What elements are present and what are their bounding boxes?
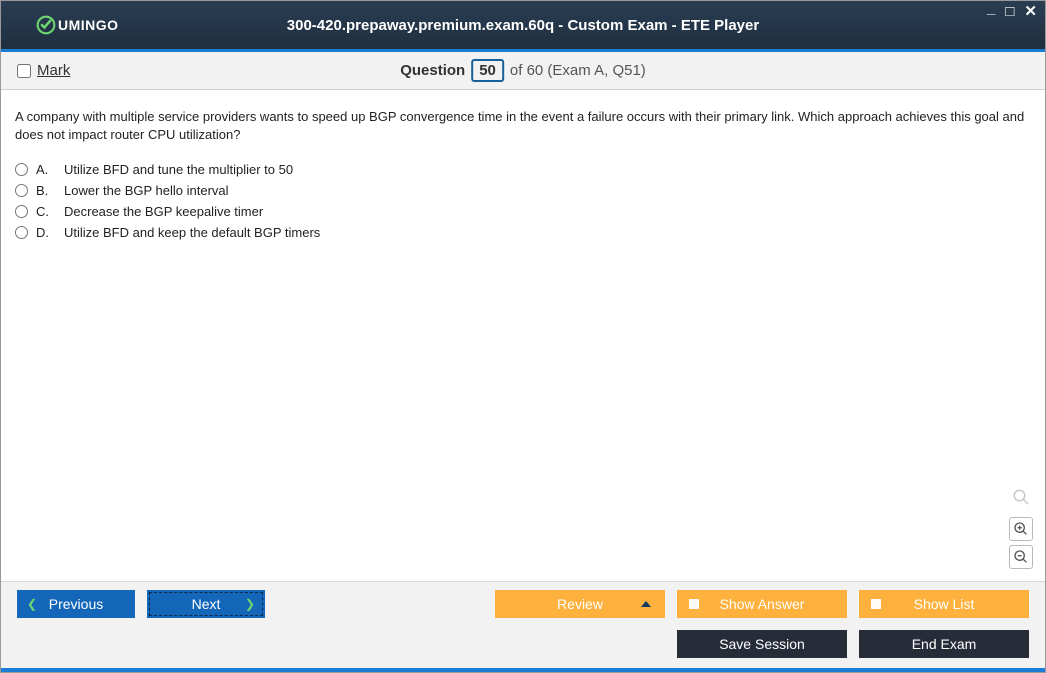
review-label: Review (557, 596, 603, 612)
checkmark-icon (36, 15, 56, 35)
option-letter: A. (36, 162, 56, 177)
show-list-button[interactable]: Show List (859, 590, 1029, 618)
maximize-icon[interactable]: □ (1003, 4, 1016, 19)
titlebar: UMINGO 300-420.prepaway.premium.exam.60q… (1, 1, 1045, 49)
save-session-button[interactable]: Save Session (677, 630, 847, 658)
zoom-tools (1009, 485, 1033, 569)
option-radio-d[interactable] (15, 226, 28, 239)
option-letter: D. (36, 225, 56, 240)
options-list: A. Utilize BFD and tune the multiplier t… (15, 159, 1031, 243)
zoom-in-icon[interactable] (1009, 517, 1033, 541)
mark-checkbox[interactable] (17, 64, 31, 78)
previous-label: Previous (49, 596, 103, 612)
option-letter: C. (36, 204, 56, 219)
option-radio-b[interactable] (15, 184, 28, 197)
logo: UMINGO (36, 15, 119, 35)
question-word: Question (400, 62, 465, 79)
chevron-right-icon: ❯ (245, 597, 255, 611)
show-list-label: Show List (914, 596, 975, 612)
window-title: 300-420.prepaway.premium.exam.60q - Cust… (287, 17, 759, 34)
previous-button[interactable]: ❮ Previous (17, 590, 135, 618)
question-header: Mark Question 50 of 60 (Exam A, Q51) (1, 52, 1045, 90)
option-radio-a[interactable] (15, 163, 28, 176)
chevron-left-icon: ❮ (27, 597, 37, 611)
window-controls: _ □ ✕ (985, 4, 1039, 19)
content-area: A company with multiple service provider… (1, 90, 1045, 581)
option-text: Decrease the BGP keepalive timer (64, 204, 263, 219)
minimize-icon[interactable]: _ (985, 1, 997, 16)
option-row[interactable]: B. Lower the BGP hello interval (15, 180, 1031, 201)
checkbox-icon (689, 599, 699, 609)
mark-label: Mark (37, 62, 70, 79)
next-button[interactable]: Next ❯ (147, 590, 265, 618)
end-exam-button[interactable]: End Exam (859, 630, 1029, 658)
next-label: Next (192, 596, 221, 612)
zoom-out-icon[interactable] (1009, 545, 1033, 569)
option-text: Lower the BGP hello interval (64, 183, 229, 198)
footer-row-2: Save Session End Exam (1, 626, 1045, 668)
footer: ❮ Previous Next ❯ Review Show Answer Sho… (1, 581, 1045, 668)
show-answer-label: Show Answer (720, 596, 805, 612)
option-letter: B. (36, 183, 56, 198)
option-radio-c[interactable] (15, 205, 28, 218)
question-text: A company with multiple service provider… (15, 108, 1031, 143)
option-text: Utilize BFD and keep the default BGP tim… (64, 225, 320, 240)
close-icon[interactable]: ✕ (1022, 4, 1039, 19)
option-row[interactable]: D. Utilize BFD and keep the default BGP … (15, 222, 1031, 243)
bottom-accent (1, 668, 1045, 672)
triangle-up-icon (641, 601, 651, 607)
search-icon[interactable] (1009, 485, 1033, 509)
show-answer-button[interactable]: Show Answer (677, 590, 847, 618)
checkbox-icon (871, 599, 881, 609)
question-meta: Question 50 of 60 (Exam A, Q51) (400, 59, 646, 82)
mark-checkbox-group[interactable]: Mark (17, 62, 70, 79)
brand-text: UMINGO (58, 17, 119, 33)
option-row[interactable]: A. Utilize BFD and tune the multiplier t… (15, 159, 1031, 180)
question-of-text: of 60 (Exam A, Q51) (510, 62, 646, 79)
question-number: 50 (471, 59, 504, 82)
footer-row-1: ❮ Previous Next ❯ Review Show Answer Sho… (1, 582, 1045, 626)
review-button[interactable]: Review (495, 590, 665, 618)
option-row[interactable]: C. Decrease the BGP keepalive timer (15, 201, 1031, 222)
option-text: Utilize BFD and tune the multiplier to 5… (64, 162, 293, 177)
